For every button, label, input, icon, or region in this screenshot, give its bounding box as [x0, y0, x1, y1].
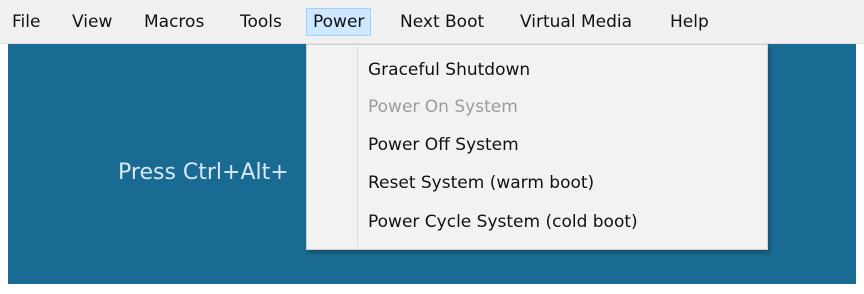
menu-bar: File View Macros Tools Power Next Boot V… [0, 0, 864, 44]
menu-macros[interactable]: Macros [138, 8, 210, 36]
console-message: Press Ctrl+Alt+ [118, 160, 289, 185]
window-bottom-edge [0, 284, 864, 294]
reset-system-item[interactable]: Reset System (warm boot) [358, 165, 767, 201]
menu-tools[interactable]: Tools [234, 8, 288, 36]
power-on-system-item: Power On System [368, 97, 518, 117]
menu-icon-gutter [307, 45, 357, 249]
menu-view[interactable]: View [66, 8, 118, 36]
graceful-shutdown-item[interactable]: Graceful Shutdown [358, 52, 767, 88]
menu-virtual-media[interactable]: Virtual Media [514, 8, 638, 36]
menu-file[interactable]: File [6, 8, 46, 36]
power-menu-dropdown: Graceful Shutdown Power On System Power … [306, 44, 768, 250]
kvm-viewer-window: File View Macros Tools Power Next Boot V… [0, 0, 864, 294]
menu-power[interactable]: Power [306, 8, 372, 36]
power-cycle-system-item[interactable]: Power Cycle System (cold boot) [358, 204, 767, 240]
power-off-system-item[interactable]: Power Off System [358, 127, 767, 163]
menu-help[interactable]: Help [664, 8, 715, 36]
menu-next-boot[interactable]: Next Boot [394, 8, 490, 36]
